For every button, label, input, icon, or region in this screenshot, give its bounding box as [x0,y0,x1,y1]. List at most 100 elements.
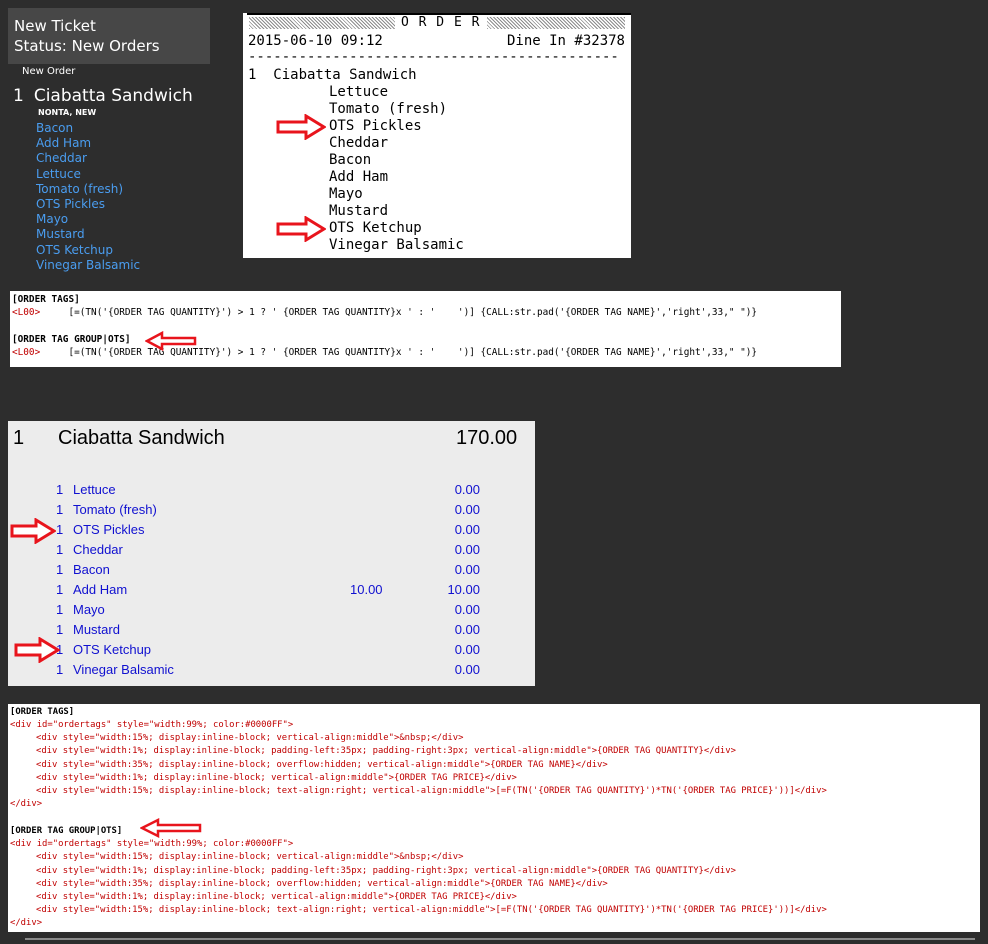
ticket-modifier[interactable]: Vinegar Balsamic [36,258,140,273]
tag-qty: 1 [56,502,64,517]
tag-name: Mustard [73,622,120,637]
order-item-price: 170.00 [456,427,518,449]
receipt-modifier: Lettuce [329,84,389,100]
receipt-table: Dine In #32378 [506,33,625,49]
tag-name: OTS Pickles [73,522,145,537]
receipt-separator: ----------------------------------------… [248,49,619,65]
tag-qty: 1 [56,622,64,637]
code-expression: [=(TN('{ORDER TAG QUANTITY}') > 1 ? ' {O… [68,307,758,318]
ticket-order-item[interactable]: 1 Ciabatta Sandwich [13,86,193,106]
order-tag-row[interactable]: 1 OTS Pickles 0.00 [8,520,535,540]
red-arrow-icon [10,518,56,544]
ticket-modifier[interactable]: Mayo [36,212,140,227]
ticket-modifier[interactable]: Lettuce [36,167,140,182]
receipt-hatch-right [487,17,625,29]
code-section-header: [ORDER TAGS] [10,707,75,717]
tag-total: 0.00 [454,542,480,557]
code-tag: <L00> [12,307,41,318]
code-line: <div style="width:35%; display:inline-bl… [36,879,608,889]
order-tag-row[interactable]: 1OTS Ketchup0.00 [8,640,535,660]
receipt-modifier: Mayo [329,186,363,202]
order-tag-row[interactable]: 1 Add Ham 10.00 10.00 [8,580,535,600]
tag-total: 0.00 [454,662,480,677]
code-tag: <L00> [12,347,41,358]
order-tag-row[interactable]: 1 Mayo 0.00 [8,600,535,620]
receipt-modifier: Bacon [329,152,372,168]
tag-qty: 1 [56,562,64,577]
red-arrow-icon [276,216,326,242]
ticket-title: New Ticket [14,17,96,35]
tag-name: Cheddar [73,542,123,557]
tag-total: 0.00 [454,642,480,657]
tag-name: Lettuce [73,482,116,497]
tag-name: Vinegar Balsamic [73,662,174,677]
order-item-qty: 1 [13,427,25,449]
tag-name: Add Ham [73,582,128,597]
code-line: </div> [10,918,43,928]
red-arrow-icon [145,331,197,351]
ticket-item-note: NONTA, NEW [38,108,97,117]
tag-total: 0.00 [454,622,480,637]
receipt-modifier: Cheddar [329,135,389,151]
code-section-header: [ORDER TAGS] [12,294,80,305]
code-line: <div style="width:1%; display:inline-blo… [36,773,517,783]
ticket-modifier[interactable]: Tomato (fresh) [36,182,140,197]
receipt-modifier: OTS Pickles [329,118,422,134]
tag-qty: 1 [56,542,64,557]
code-line: <L00> [=(TN('{ORDER TAG QUANTITY}') > 1 … [12,347,757,358]
tag-name: Tomato (fresh) [73,502,157,517]
ticket-item-name: Ciabatta Sandwich [33,86,193,106]
code-line: <div id="ordertags" style="width:99%; co… [10,839,294,849]
receipt-modifier: Tomato (fresh) [329,101,448,117]
receipt-modifier-list: Lettuce Tomato (fresh) OTS Pickles Chedd… [329,84,464,254]
receipt-modifier: Add Ham [329,169,389,185]
order-tag-row[interactable]: 1 Vinegar Balsamic 0.00 [8,660,535,680]
tag-total: 0.00 [454,482,480,497]
tag-total: 0.00 [454,562,480,577]
tag-total: 10.00 [447,582,480,597]
receipt-item-line: 1 Ciabatta Sandwich [248,67,417,83]
bottom-divider [25,938,975,940]
ticket-modifier[interactable]: Add Ham [36,136,140,151]
printed-order-receipt: O R D E R 2015-06-10 09:12 Dine In #3237… [243,13,631,258]
tag-qty: 1 [56,522,64,537]
receipt-datetime: 2015-06-10 09:12 [248,33,383,49]
tag-qty: 1 [56,482,64,497]
ticket-modifier[interactable]: Mustard [36,227,140,242]
order-item-name[interactable]: Ciabatta Sandwich [58,427,225,450]
code-line: <div style="width:1%; display:inline-blo… [36,892,517,902]
tag-name: Bacon [73,562,110,577]
ticket-modifier[interactable]: Bacon [36,121,140,136]
order-tag-row[interactable]: 1 Mustard 0.00 [8,620,535,640]
code-line: <div style="width:1%; display:inline-blo… [36,746,736,756]
order-tag-row[interactable]: 1 Tomato (fresh) 0.00 [8,500,535,520]
code-line: </div> [10,799,43,809]
ticket-item-qty: 1 [13,86,24,106]
tag-price: 10.00 [350,582,383,597]
order-tag-rows: 1 Lettuce 0.00 1 Tomato (fresh) 0.00 1 OTS Pi… [8,480,535,680]
ticket-header: New Ticket Status: New Orders [8,8,210,64]
code-line: <L00> [=(TN('{ORDER TAG QUANTITY}') > 1 … [12,307,757,318]
order-tag-row[interactable]: 1 Bacon 0.00 [8,560,535,580]
receipt-modifier: Vinegar Balsamic [329,237,464,253]
tag-qty: 1 [56,582,64,597]
tag-total: 0.00 [454,502,480,517]
code-line: <div style="width:15%; display:inline-bl… [36,733,464,743]
code-section-header: [ORDER TAG GROUP|OTS] [12,334,131,345]
receipt-modifier: Mustard [329,203,389,219]
code-section-header: [ORDER TAG GROUP|OTS] [10,826,123,836]
order-tag-row[interactable]: 1 Cheddar 0.00 [8,540,535,560]
order-tag-row[interactable]: 1 Lettuce 0.00 [8,480,535,500]
ticket-modifier[interactable]: OTS Ketchup [36,243,140,258]
ticket-modifier[interactable]: OTS Pickles [36,197,140,212]
receipt-modifier: OTS Ketchup [329,220,422,236]
code-line: <div style="width:35%; display:inline-bl… [36,760,608,770]
code-line: <div style="width:15%; display:inline-bl… [36,852,464,862]
tag-name: OTS Ketchup [73,642,152,657]
tag-total: 0.00 [454,522,480,537]
screen-order-panel: 1 Ciabatta Sandwich 170.00 1 Lettuce 0.00 … [8,421,535,686]
ticket-status: Status: New Orders [14,37,160,55]
code-line: <div style="width:15%; display:inline-bl… [36,905,827,915]
tag-total: 0.00 [454,602,480,617]
ticket-modifier[interactable]: Cheddar [36,151,140,166]
